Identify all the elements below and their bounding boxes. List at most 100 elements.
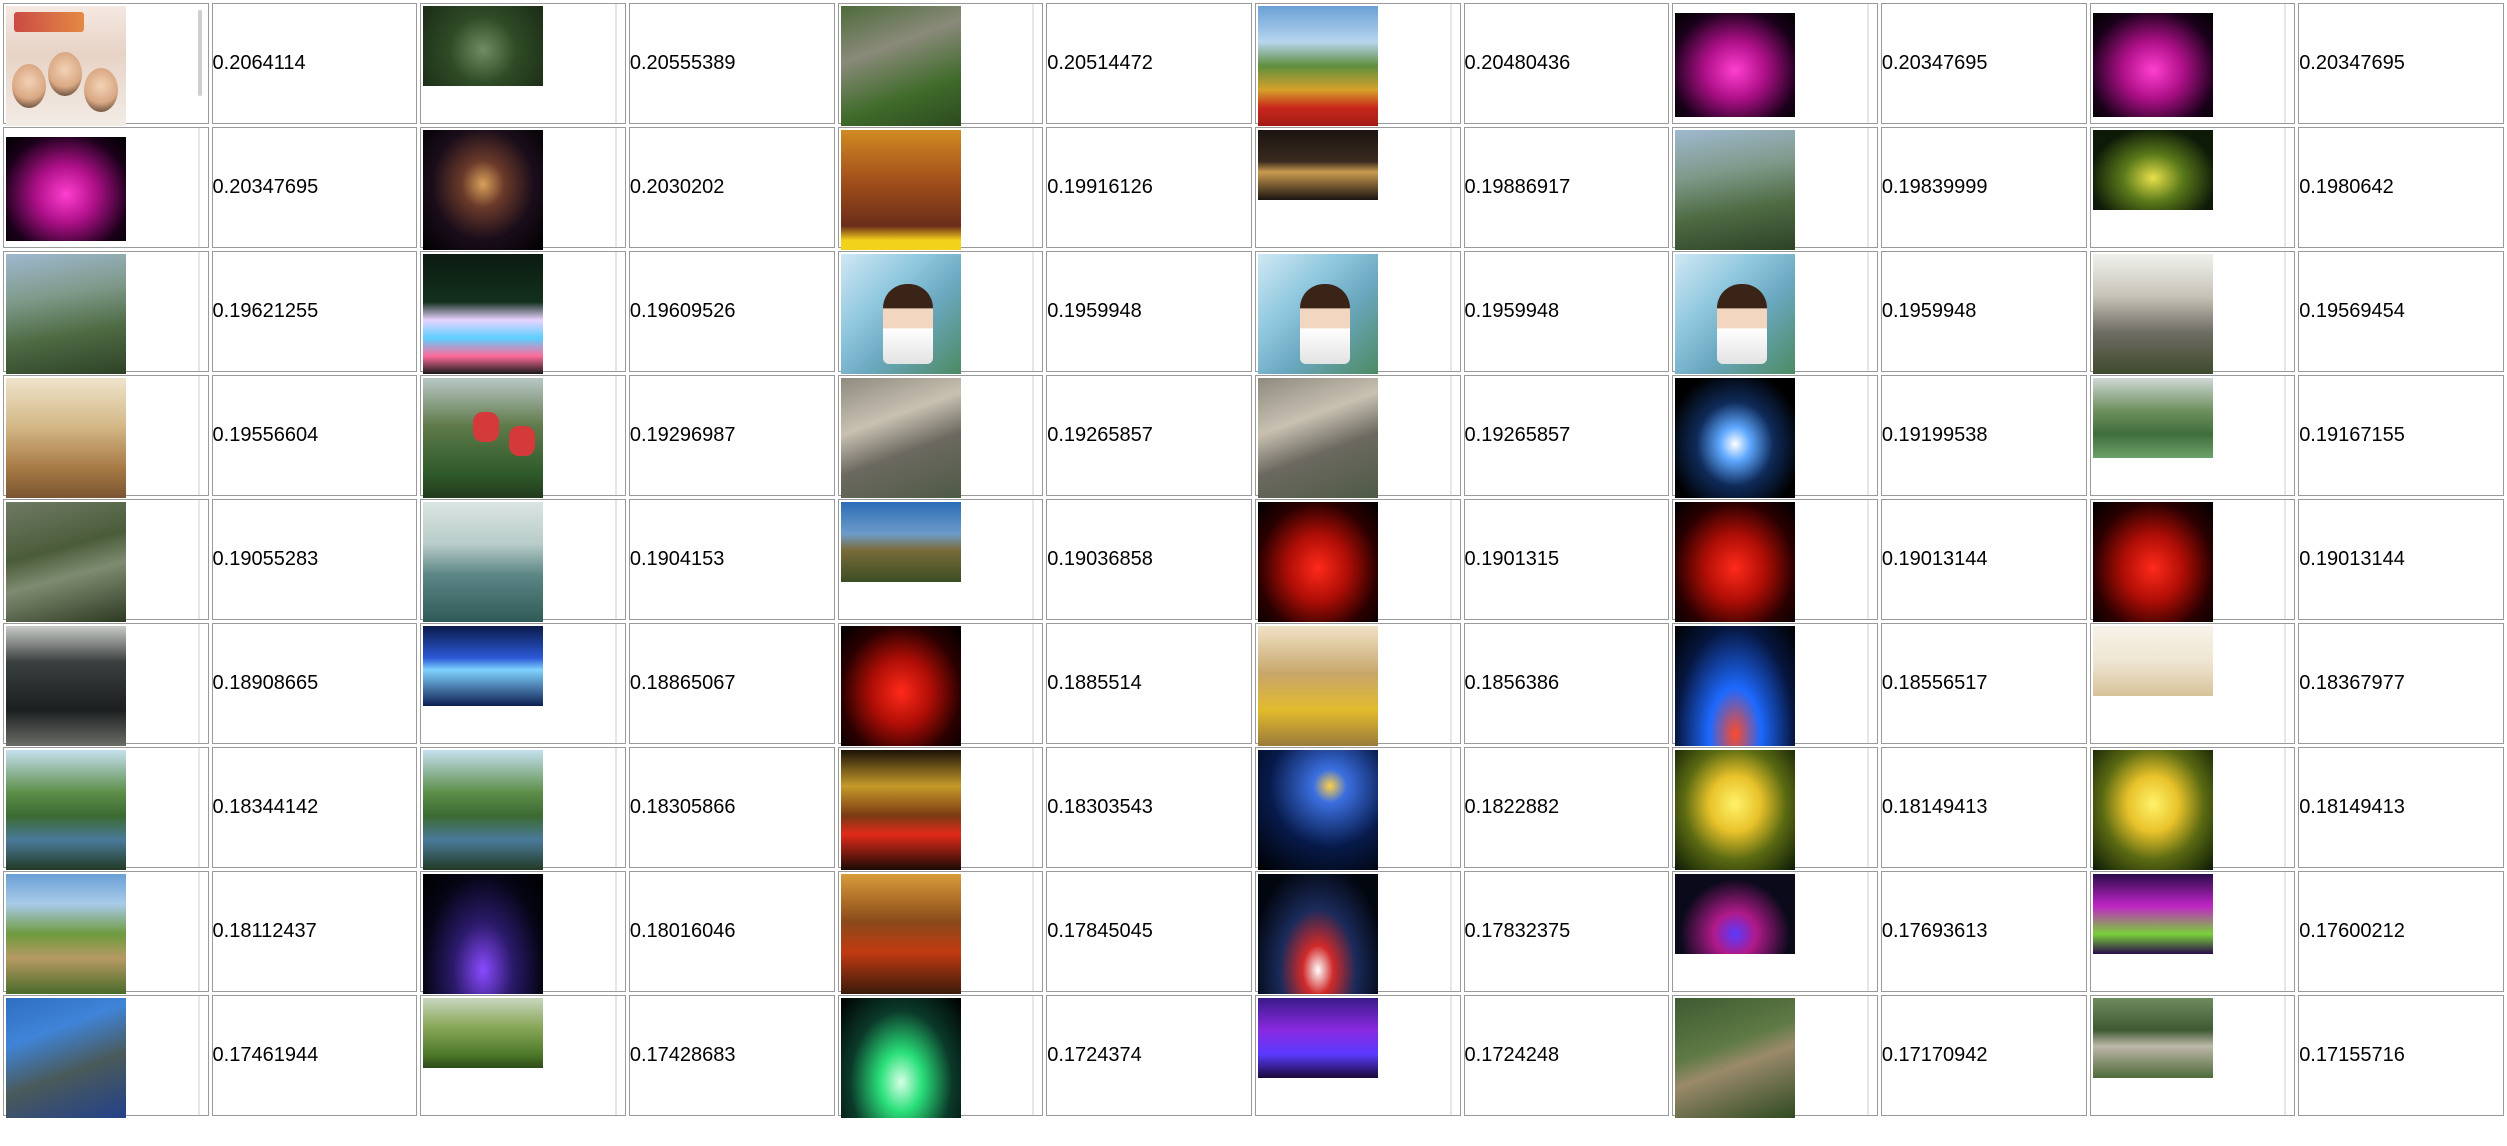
cell-divider	[1032, 996, 1035, 1115]
cell-divider	[1032, 4, 1035, 123]
result-thumbnail[interactable]	[1257, 254, 1378, 374]
cell-divider	[1449, 252, 1452, 371]
result-thumbnail[interactable]	[2092, 998, 2213, 1078]
result-thumbnail[interactable]	[423, 626, 544, 706]
result-thumbnail[interactable]	[423, 502, 544, 622]
result-thumbnail[interactable]	[1257, 6, 1378, 126]
result-thumbnail[interactable]	[423, 874, 544, 994]
result-thumbnail[interactable]	[1675, 626, 1796, 746]
result-thumbnail[interactable]	[1257, 998, 1378, 1078]
similarity-score: 0.20347695	[1880, 3, 2087, 124]
cell-divider	[614, 252, 617, 371]
result-thumbnail[interactable]	[2092, 502, 2213, 622]
similarity-score: 0.1959948	[1463, 251, 1670, 372]
cell-divider	[1866, 624, 1869, 743]
result-thumbnail[interactable]	[840, 874, 961, 994]
result-thumbnail[interactable]	[423, 6, 544, 86]
result-thumbnail[interactable]	[6, 254, 126, 374]
result-thumbnail[interactable]	[1675, 378, 1796, 498]
result-thumbnail[interactable]	[1257, 626, 1378, 746]
image-cell	[3, 623, 209, 746]
cell-divider	[614, 4, 617, 123]
result-thumbnail[interactable]	[2092, 130, 2213, 210]
result-thumbnail[interactable]	[1257, 874, 1378, 994]
result-thumbnail[interactable]	[6, 378, 126, 498]
result-thumbnail[interactable]	[2092, 626, 2213, 696]
table-row: 0.2064114 0.20555389 0.20514472 0.20480436 0…	[3, 3, 2504, 126]
similarity-score: 0.18908665	[211, 623, 418, 744]
result-thumbnail[interactable]	[1257, 378, 1378, 498]
cell-divider	[614, 996, 617, 1115]
cell-divider	[1032, 500, 1035, 619]
result-thumbnail[interactable]	[2092, 254, 2213, 374]
result-thumbnail[interactable]	[840, 998, 961, 1118]
result-thumbnail[interactable]	[1675, 998, 1796, 1118]
face-shape	[84, 68, 118, 112]
cell-divider	[1866, 748, 1869, 867]
result-thumbnail[interactable]	[1675, 254, 1796, 374]
similarity-score: 0.1904153	[628, 499, 835, 620]
result-thumbnail[interactable]	[2092, 378, 2213, 458]
image-cell	[1672, 127, 1878, 250]
image-cell	[1254, 251, 1461, 374]
similarity-score: 0.1959948	[1880, 251, 2087, 372]
image-cell	[1254, 375, 1461, 498]
result-thumbnail[interactable]	[840, 750, 961, 870]
image-cell	[3, 251, 209, 374]
result-thumbnail[interactable]	[6, 626, 126, 746]
result-thumbnail[interactable]	[1257, 750, 1378, 870]
result-thumbnail[interactable]	[6, 502, 126, 622]
result-thumbnail[interactable]	[1675, 750, 1796, 870]
similarity-score: 0.1856386	[1463, 623, 1670, 744]
results-table: 0.2064114 0.20555389 0.20514472 0.20480436 0…	[3, 3, 2507, 1119]
image-cell	[1254, 995, 1461, 1116]
result-thumbnail[interactable]	[840, 254, 961, 374]
result-thumbnail[interactable]	[2092, 13, 2213, 117]
similarity-score: 0.19013144	[1880, 499, 2087, 620]
image-cell	[1254, 127, 1461, 248]
result-thumbnail[interactable]	[6, 998, 126, 1118]
similarity-score: 0.17155716	[2298, 995, 2504, 1116]
image-cell	[1672, 499, 1878, 622]
cell-divider	[197, 376, 200, 495]
cell-divider	[1449, 376, 1452, 495]
similarity-score: 0.17461944	[211, 995, 418, 1116]
table-row: 0.18112437 0.18016046 0.17845045 0.17832375…	[3, 871, 2504, 994]
image-cell	[1254, 499, 1461, 622]
result-thumbnail[interactable]	[840, 130, 961, 250]
scrollbar-thumb[interactable]	[197, 10, 202, 96]
image-cell	[2089, 623, 2296, 744]
cell-divider	[1032, 128, 1035, 247]
result-thumbnail[interactable]	[2092, 874, 2213, 954]
result-thumbnail[interactable]	[840, 378, 961, 498]
result-thumbnail[interactable]	[1675, 502, 1796, 622]
result-thumbnail[interactable]	[1257, 130, 1378, 200]
result-thumbnail[interactable]	[1675, 13, 1796, 117]
similarity-score: 0.19167155	[2298, 375, 2504, 496]
cell-divider	[2284, 872, 2287, 991]
result-thumbnail[interactable]	[6, 6, 126, 126]
similarity-score: 0.19609526	[628, 251, 835, 372]
result-thumbnail[interactable]	[1257, 502, 1378, 622]
result-thumbnail[interactable]	[6, 874, 126, 994]
result-thumbnail[interactable]	[6, 750, 126, 870]
result-thumbnail[interactable]	[423, 378, 544, 498]
similarity-score: 0.19886917	[1463, 127, 1670, 248]
result-thumbnail[interactable]	[423, 130, 544, 250]
result-thumbnail[interactable]	[2092, 750, 2213, 870]
result-thumbnail[interactable]	[840, 626, 961, 746]
result-thumbnail[interactable]	[423, 998, 544, 1068]
image-cell	[837, 3, 1044, 126]
cell-divider	[1866, 128, 1869, 247]
image-cell	[420, 747, 626, 870]
result-thumbnail[interactable]	[6, 137, 126, 241]
result-thumbnail[interactable]	[1675, 874, 1796, 954]
image-cell	[837, 251, 1044, 374]
result-thumbnail[interactable]	[840, 6, 961, 126]
result-thumbnail[interactable]	[423, 254, 544, 374]
image-cell	[2089, 375, 2296, 496]
result-thumbnail[interactable]	[423, 750, 544, 870]
result-thumbnail[interactable]	[1675, 130, 1796, 250]
similarity-score: 0.17693613	[1880, 871, 2087, 992]
result-thumbnail[interactable]	[840, 502, 961, 582]
